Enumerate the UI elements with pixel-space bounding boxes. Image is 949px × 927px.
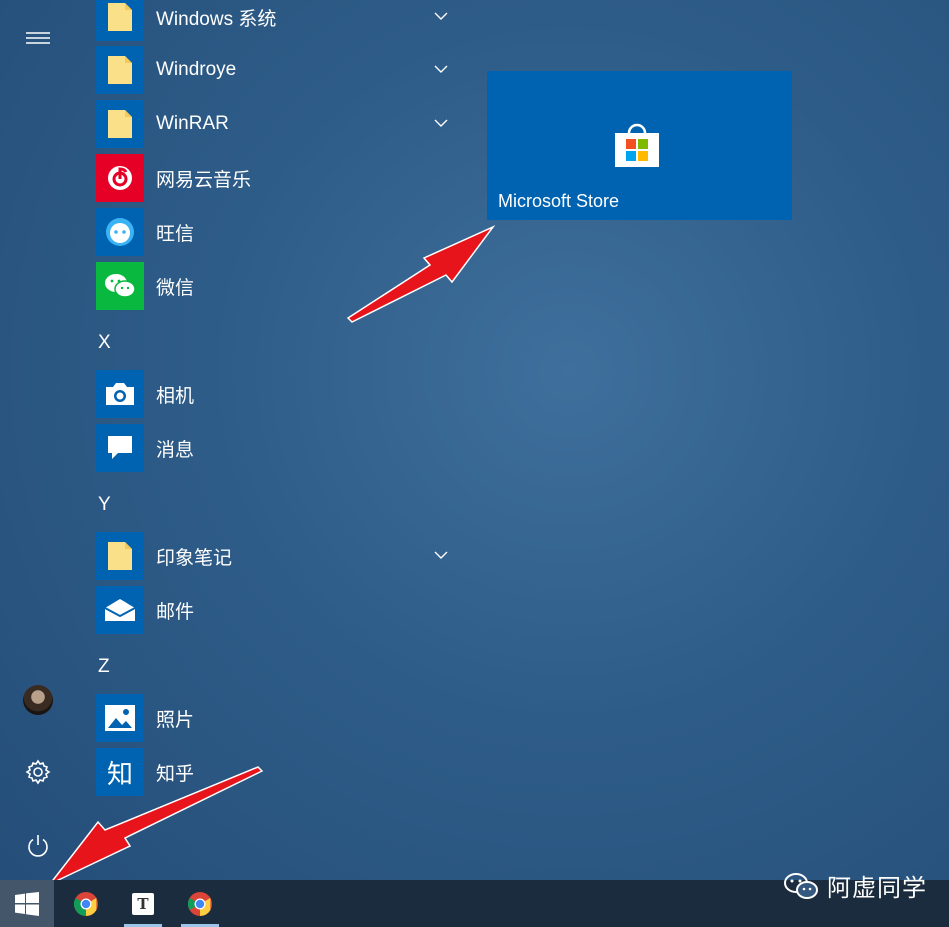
chrome-icon <box>73 891 98 916</box>
typora-icon: T <box>132 892 154 915</box>
taskbar-chrome-2[interactable] <box>177 880 223 927</box>
taskbar-typora[interactable]: T <box>120 880 166 927</box>
taskbar-chrome[interactable] <box>63 880 109 927</box>
chrome-icon <box>187 891 212 916</box>
windows-logo-icon <box>15 891 39 916</box>
start-button[interactable] <box>0 880 54 927</box>
arrow-to-store-tile <box>346 225 496 323</box>
watermark: 阿虚同学 <box>783 868 927 903</box>
watermark-text: 阿虚同学 <box>827 875 927 902</box>
wechat-icon <box>784 872 818 899</box>
annotation-arrows <box>49 225 496 885</box>
arrow-to-start-button <box>49 766 264 885</box>
